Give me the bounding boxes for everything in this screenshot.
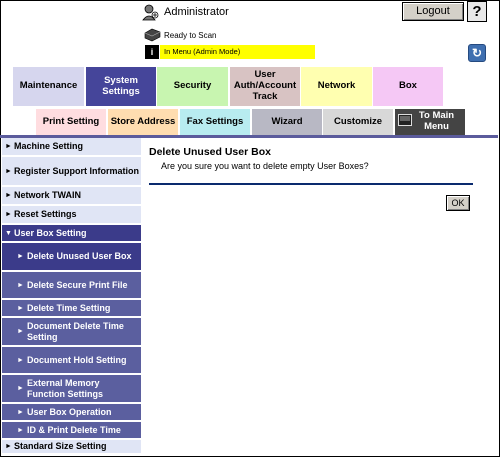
arrow-right-icon: ►	[17, 304, 24, 312]
tab-system-settings[interactable]: System Settings	[86, 67, 156, 106]
arrow-right-icon: ►	[17, 408, 24, 416]
sidebar-item-label: Register Support Information	[14, 165, 140, 176]
tab-to-main-menu[interactable]: To Main Menu	[395, 109, 465, 135]
administrator-icon	[142, 4, 159, 21]
tab-security[interactable]: Security	[157, 67, 228, 106]
tab-fax-settings[interactable]: Fax Settings	[180, 109, 250, 135]
sidebar-item-machine-setting[interactable]: ► Machine Setting	[2, 138, 141, 156]
confirm-message: Are you sure you want to delete empty Us…	[161, 161, 369, 171]
sidebar-item-label: Delete Time Setting	[27, 302, 111, 313]
tab-print-setting[interactable]: Print Setting	[36, 109, 106, 135]
tab-store-address[interactable]: Store Address	[108, 109, 178, 135]
main-menu-icon	[398, 114, 412, 126]
arrow-right-icon: ►	[5, 211, 12, 218]
arrow-down-icon: ▼	[5, 229, 12, 237]
refresh-button[interactable]: ↻	[468, 44, 486, 62]
arrow-right-icon: ►	[17, 426, 24, 434]
arrow-right-icon: ►	[17, 385, 24, 392]
arrow-right-icon: ►	[17, 356, 24, 364]
arrow-right-icon: ►	[5, 443, 12, 450]
content-divider	[149, 183, 473, 185]
logout-button[interactable]: Logout	[402, 2, 464, 21]
sidebar-item-document-delete-time[interactable]: ► Document Delete Time Setting	[2, 318, 141, 346]
sidebar-item-user-box-operation[interactable]: ► User Box Operation	[2, 404, 141, 421]
status-text: Ready to Scan	[164, 31, 217, 40]
to-main-menu-label: To Main Menu	[418, 110, 455, 132]
sidebar-item-label: Reset Settings	[14, 209, 77, 220]
help-button[interactable]: ?	[467, 1, 487, 22]
sidebar-item-delete-unused-user-box[interactable]: ► Delete Unused User Box	[2, 243, 141, 271]
sidebar-item-label: ID & Print Delete Time	[27, 424, 121, 435]
tab-maintenance[interactable]: Maintenance	[13, 67, 84, 106]
sidebar-item-label: Delete Secure Print File	[27, 279, 128, 290]
sidebar-item-register-support[interactable]: ► Register Support Information	[2, 157, 141, 186]
sidebar-item-network-twain[interactable]: ► Network TWAIN	[2, 187, 141, 205]
sidebar-item-label: Standard Size Setting	[14, 441, 107, 452]
tab-wizard[interactable]: Wizard	[252, 109, 322, 135]
mode-banner: In Menu (Admin Mode)	[160, 45, 315, 59]
sidebar-item-standard-size-setting[interactable]: ► Standard Size Setting	[2, 440, 141, 454]
arrow-right-icon: ►	[5, 143, 12, 150]
sidebar-item-label: Network TWAIN	[14, 190, 82, 201]
tab-network[interactable]: Network	[301, 67, 372, 106]
sidebar-item-id-print-delete-time[interactable]: ► ID & Print Delete Time	[2, 422, 141, 439]
arrow-right-icon: ►	[17, 281, 24, 289]
sidebar-item-label: User Box Operation	[27, 406, 112, 417]
sidebar-item-reset-settings[interactable]: ► Reset Settings	[2, 206, 141, 224]
user-label: Administrator	[164, 6, 229, 18]
sidebar-item-label: User Box Setting	[14, 227, 87, 238]
ok-button[interactable]: OK	[446, 195, 470, 211]
sidebar-item-delete-time-setting[interactable]: ► Delete Time Setting	[2, 300, 141, 317]
sidebar-item-label: Document Delete Time Setting	[27, 321, 124, 342]
printer-icon	[144, 28, 161, 42]
arrow-right-icon: ►	[17, 253, 24, 260]
sidebar-item-external-memory[interactable]: ► External Memory Function Settings	[2, 375, 141, 403]
sidebar-item-label: External Memory Function Settings	[27, 378, 103, 399]
sidebar-item-user-box-setting[interactable]: ▼ User Box Setting	[2, 225, 141, 242]
arrow-right-icon: ►	[5, 192, 12, 199]
sidebar-item-label: Delete Unused User Box	[27, 251, 132, 262]
sidebar-item-delete-secure-print-file[interactable]: ► Delete Secure Print File	[2, 272, 141, 299]
sidebar-item-label: Document Hold Setting	[27, 354, 127, 365]
arrow-right-icon: ►	[5, 167, 12, 175]
arrow-right-icon: ►	[17, 328, 24, 335]
tab-box[interactable]: Box	[373, 67, 443, 106]
sidebar-item-document-hold-setting[interactable]: ► Document Hold Setting	[2, 347, 141, 374]
tab-customize[interactable]: Customize	[323, 109, 393, 135]
sidebar-item-label: Machine Setting	[14, 141, 84, 152]
page-title: Delete Unused User Box	[149, 146, 271, 158]
tab-user-auth[interactable]: User Auth/Account Track	[230, 67, 300, 106]
admin-mode-icon: i	[145, 45, 159, 59]
